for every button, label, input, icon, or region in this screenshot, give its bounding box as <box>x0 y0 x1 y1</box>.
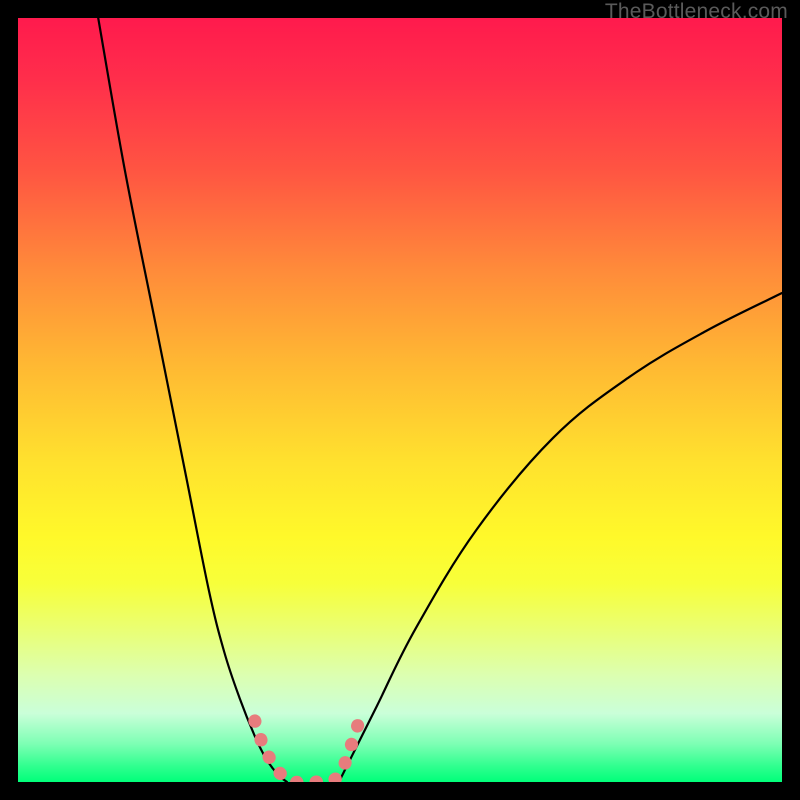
curves-svg <box>18 18 782 782</box>
right-curve <box>339 293 782 782</box>
chart-frame: TheBottleneck.com <box>0 0 800 800</box>
left-curve <box>98 18 287 782</box>
plot-area <box>18 18 782 782</box>
valley-marker <box>255 713 362 782</box>
watermark-text: TheBottleneck.com <box>605 0 788 24</box>
